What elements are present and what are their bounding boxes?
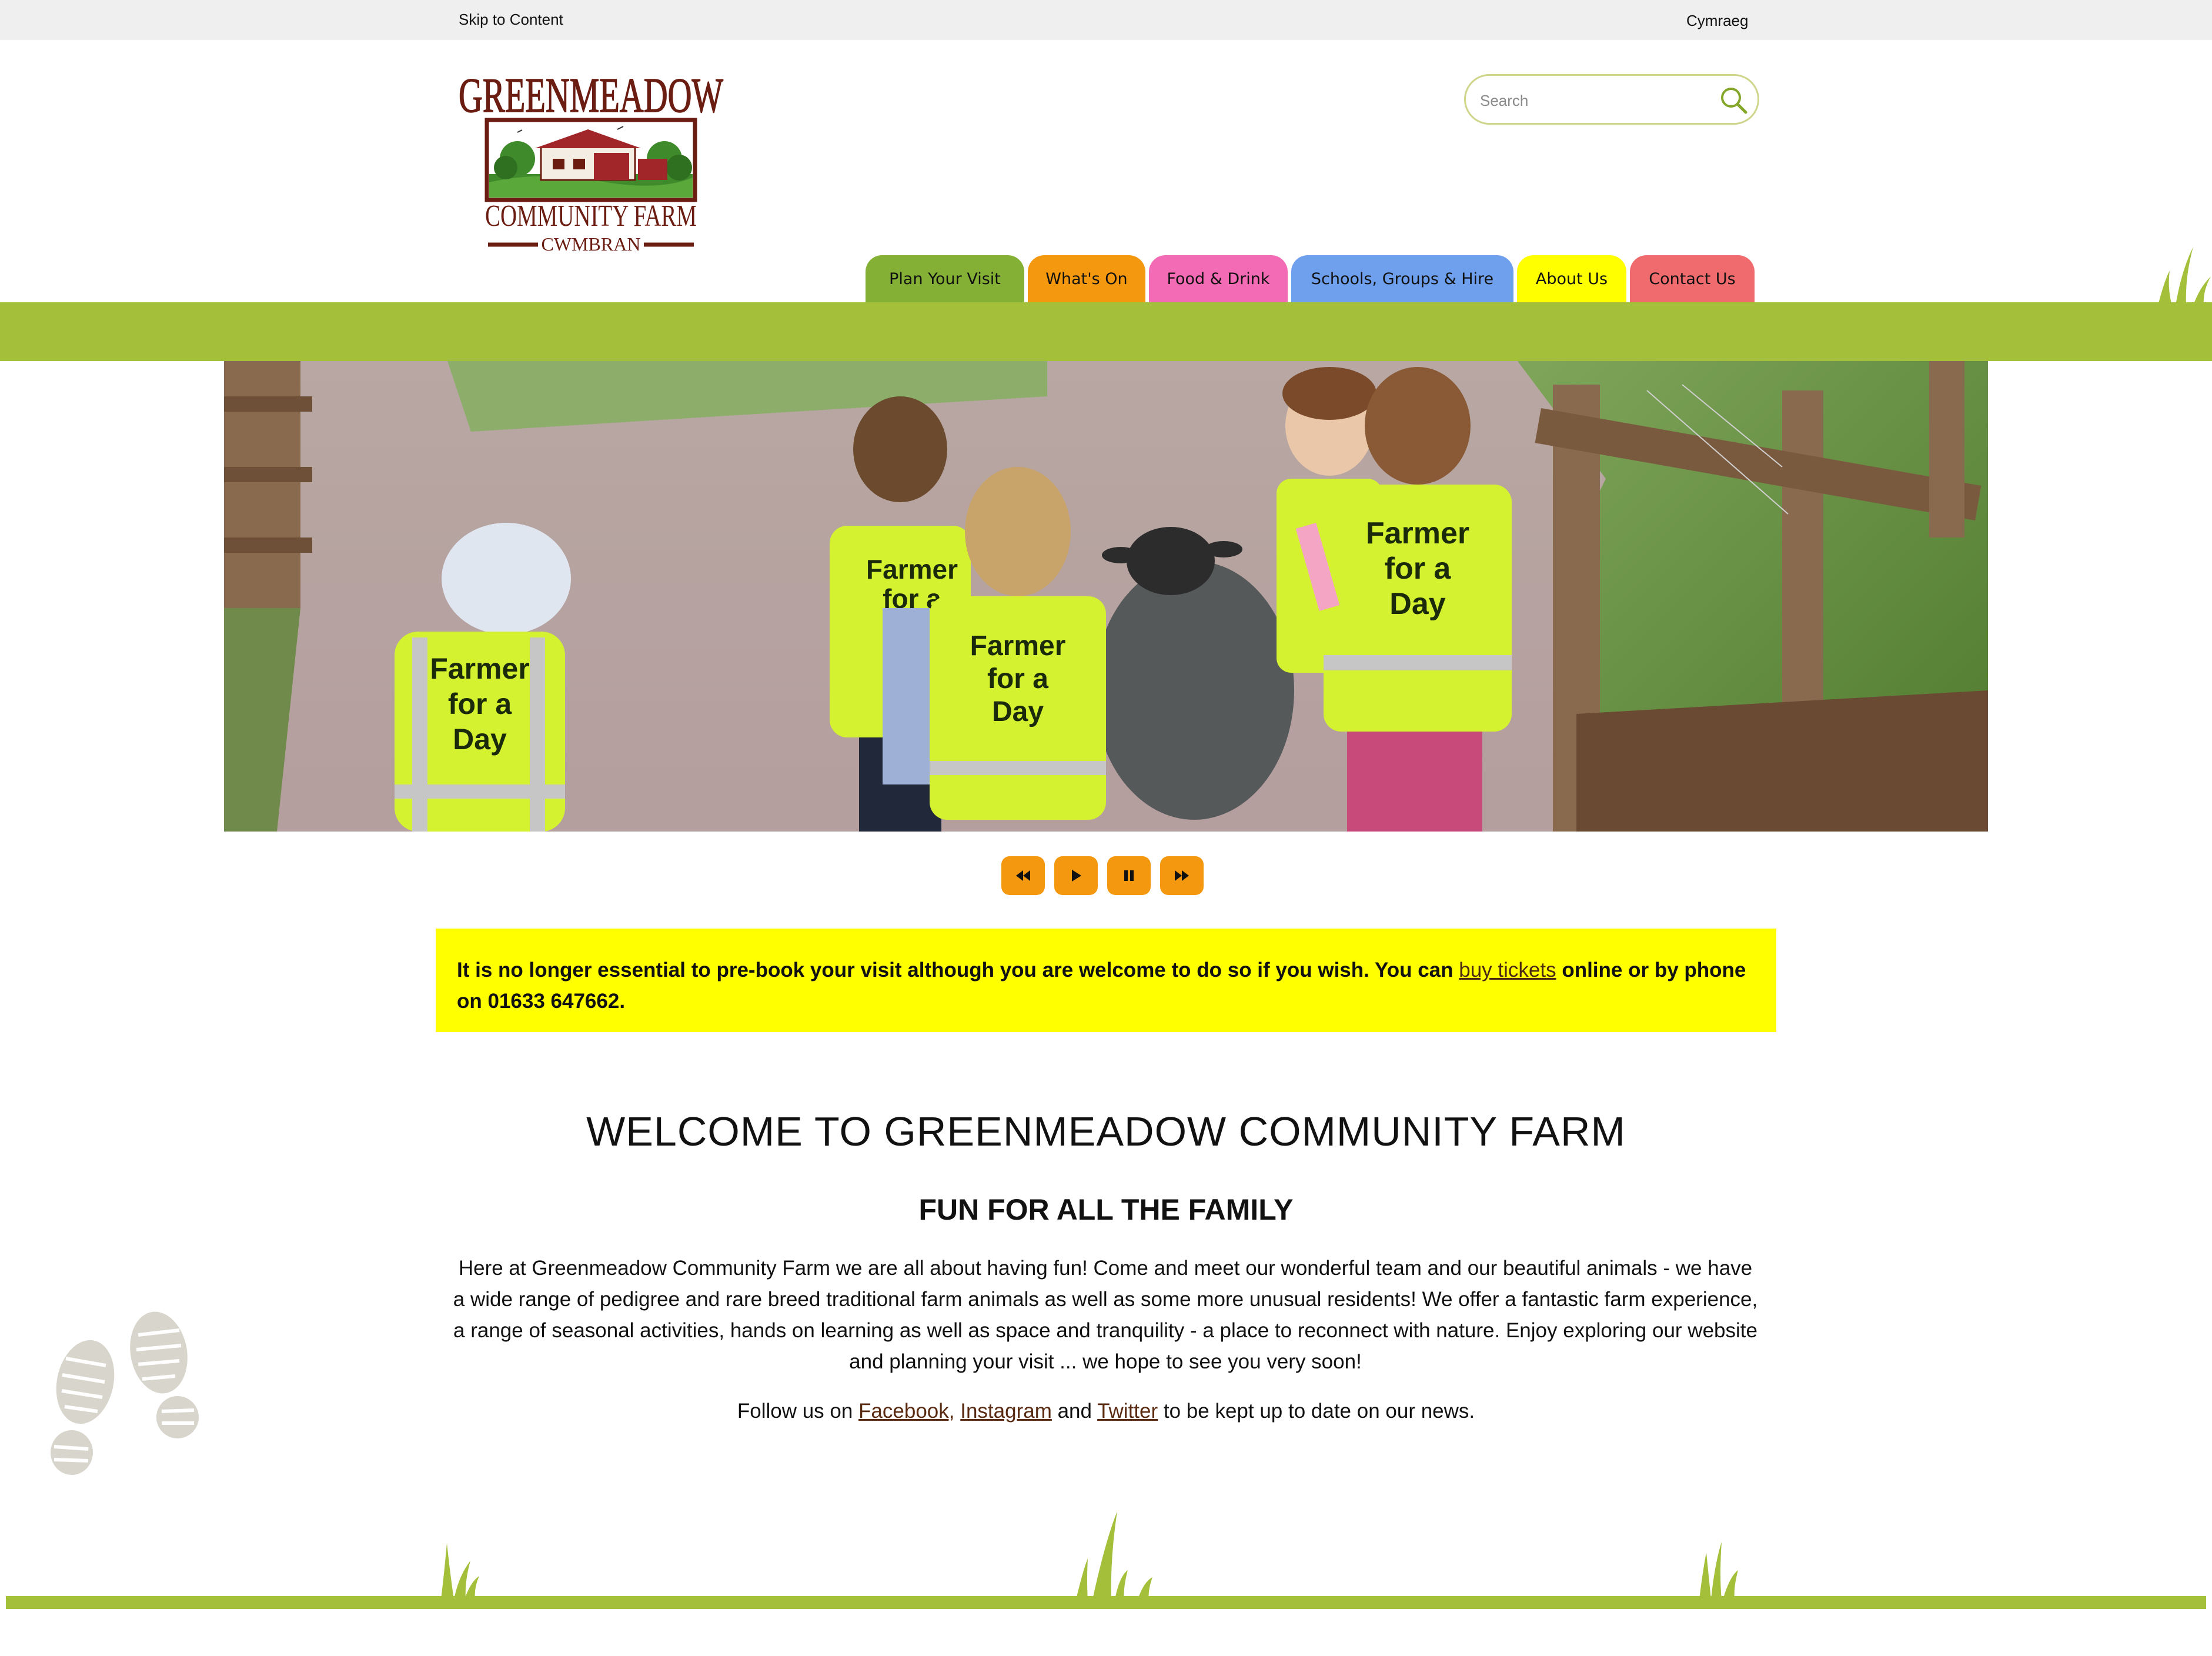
footer-grass-decoration [6,1511,2206,1609]
svg-text:for a: for a [987,663,1048,695]
intro-paragraph: Here at Greenmeadow Community Farm we ar… [453,1257,1758,1373]
skip-to-content-link[interactable]: Skip to Content [459,11,563,29]
twitter-link[interactable]: Twitter [1097,1400,1158,1423]
svg-text:for a: for a [448,687,513,720]
nav-tab-whats-on[interactable]: What's On [1028,255,1145,302]
pause-icon [1124,870,1134,881]
notice-text-start: It is no longer essential to pre-book yo… [457,959,1459,981]
svg-text:Day: Day [992,696,1044,727]
svg-text:Farmer: Farmer [430,652,530,685]
boot-prints-decoration [51,1311,199,1475]
booking-notice: It is no longer essential to pre-book yo… [436,929,1776,1032]
fast-forward-icon [1175,870,1189,881]
buy-tickets-link[interactable]: buy tickets [1459,959,1556,981]
nav-tab-schools-groups-hire[interactable]: Schools, Groups & Hire [1291,255,1513,302]
social-follow-text: Follow us on Facebook, Instagram and Twi… [0,1400,2212,1423]
search-icon[interactable] [1718,84,1750,117]
grass-tuft-decoration [2158,247,2211,306]
follow-and: and [1051,1400,1098,1423]
svg-text:Day: Day [453,723,507,756]
rewind-icon [1016,870,1030,881]
svg-text:Farmer: Farmer [970,630,1066,662]
instagram-link[interactable]: Instagram [960,1400,1052,1423]
svg-text:Day: Day [1389,587,1445,621]
search-input[interactable] [1480,88,1703,113]
nav-tab-plan-your-visit[interactable]: Plan Your Visit [866,255,1024,302]
nav-tab-food-drink[interactable]: Food & Drink [1149,255,1288,302]
hero-slideshow-image: Farmer for a Day Farmer for a Day Farmer… [224,361,1988,832]
logo-subtitle: COMMUNITY FARM [485,199,697,233]
language-toggle-link[interactable]: Cymraeg [1686,12,1748,30]
page-title: WELCOME TO GREENMEADOW COMMUNITY FARM [586,1109,1626,1154]
page-subtitle: FUN FOR ALL THE FAMILY [918,1193,1294,1226]
nav-tab-contact-us[interactable]: Contact Us [1630,255,1755,302]
fast-forward-button[interactable] [1160,856,1204,895]
rewind-button[interactable] [1001,856,1045,895]
slideshow-controls [1001,856,1204,895]
utility-bar: Skip to Content Cymraeg [0,0,2212,40]
play-button[interactable] [1054,856,1098,895]
svg-text:for a: for a [1385,552,1452,586]
play-icon [1072,870,1081,882]
logo-title: GREENMEADOW [459,71,723,123]
site-logo[interactable]: GREENMEADOW COMMUNITY FARM CWMBRAN [453,71,729,253]
main-navigation: Plan Your Visit What's On Food & Drink S… [866,255,1755,302]
follow-prefix: Follow us on [737,1400,859,1423]
facebook-link[interactable]: Facebook, [858,1400,954,1423]
search-box[interactable] [1464,74,1759,125]
nav-tab-about-us[interactable]: About Us [1517,255,1626,302]
logo-location: CWMBRAN [542,233,641,253]
pause-button[interactable] [1107,856,1151,895]
svg-text:Farmer: Farmer [1366,516,1469,550]
svg-text:Farmer: Farmer [866,554,958,585]
follow-suffix: to be kept up to date on our news. [1158,1400,1475,1423]
decorative-green-band [0,302,2212,361]
